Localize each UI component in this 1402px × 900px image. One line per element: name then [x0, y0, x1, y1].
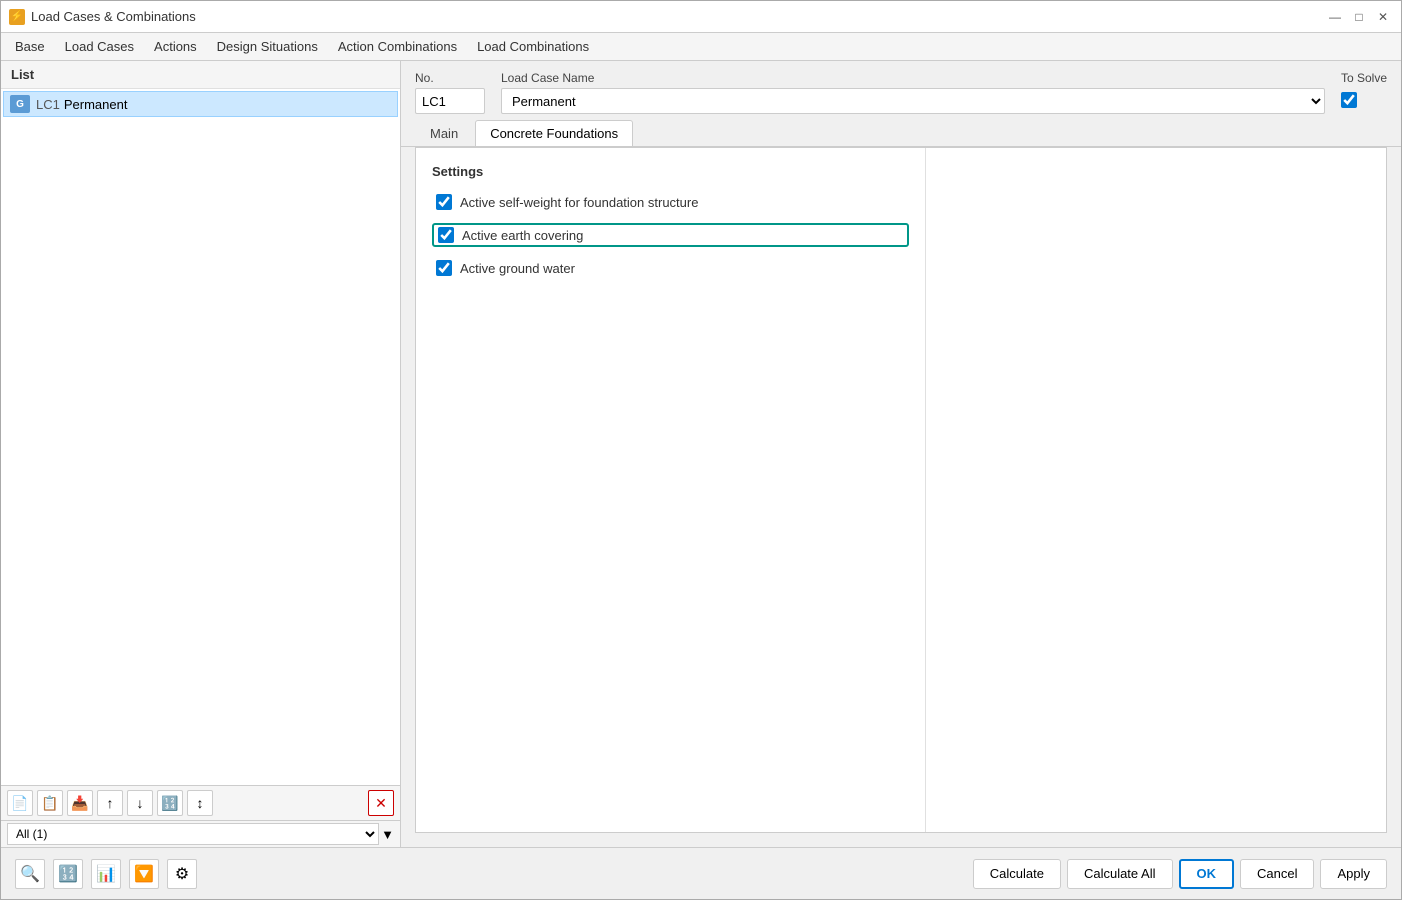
move-down-button[interactable]: ↓: [127, 790, 153, 816]
menu-item-design-situations[interactable]: Design Situations: [207, 35, 328, 58]
list-area: G LC1 Permanent: [1, 89, 400, 785]
self-weight-checkbox[interactable]: [436, 194, 452, 210]
right-panel: No. Load Case Name Permanent To Solve Ma…: [401, 61, 1401, 847]
move-up-button[interactable]: ↑: [97, 790, 123, 816]
left-panel-toolbar: 📄 📋 📥 ↑ ↓ 🔢 ↕ ✕: [1, 785, 400, 820]
calculate-all-button[interactable]: Calculate All: [1067, 859, 1173, 889]
maximize-button[interactable]: □: [1349, 7, 1369, 27]
list-item-label: Permanent: [64, 97, 128, 112]
search-icon-btn[interactable]: 🔍: [15, 859, 45, 889]
main-window: ⚡ Load Cases & Combinations — □ ✕ Base L…: [0, 0, 1402, 900]
no-field-group: No.: [415, 71, 485, 114]
add-button[interactable]: 📄: [7, 790, 33, 816]
filter-dropdown: All (1) ▼: [1, 820, 400, 847]
calculate-button[interactable]: Calculate: [973, 859, 1061, 889]
cancel-button[interactable]: Cancel: [1240, 859, 1314, 889]
left-panel: List G LC1 Permanent 📄 📋 📥 ↑ ↓ 🔢 ↕ ✕: [1, 61, 401, 847]
sort-button[interactable]: ↕: [187, 790, 213, 816]
list-header: List: [1, 61, 400, 89]
checkbox-row-earth-covering: Active earth covering: [432, 223, 909, 247]
import-button[interactable]: 📥: [67, 790, 93, 816]
tab-concrete-foundations[interactable]: Concrete Foundations: [475, 120, 633, 146]
menu-item-actions[interactable]: Actions: [144, 35, 207, 58]
menu-item-action-combinations[interactable]: Action Combinations: [328, 35, 467, 58]
checkbox-row-ground-water: Active ground water: [432, 257, 909, 279]
to-solve-label: To Solve: [1341, 71, 1387, 85]
bottom-left-icons: 🔍 🔢 📊 🔽 ⚙: [15, 859, 197, 889]
ok-button[interactable]: OK: [1179, 859, 1235, 889]
tab-main-section: Settings Active self-weight for foundati…: [416, 148, 926, 832]
title-bar: ⚡ Load Cases & Combinations — □ ✕: [1, 1, 1401, 33]
bottom-right-buttons: Calculate Calculate All OK Cancel Apply: [973, 859, 1387, 889]
renumber-button[interactable]: 🔢: [157, 790, 183, 816]
self-weight-label: Active self-weight for foundation struct…: [460, 195, 698, 210]
earth-covering-checkbox[interactable]: [438, 227, 454, 243]
tab-content: Settings Active self-weight for foundati…: [415, 147, 1387, 833]
no-input[interactable]: [415, 88, 485, 114]
window-controls: — □ ✕: [1325, 7, 1393, 27]
menu-item-base[interactable]: Base: [5, 35, 55, 58]
minimize-button[interactable]: —: [1325, 7, 1345, 27]
tabs-bar: Main Concrete Foundations: [401, 120, 1401, 147]
chart-icon-btn[interactable]: 📊: [91, 859, 121, 889]
right-top-fields: No. Load Case Name Permanent To Solve: [401, 61, 1401, 120]
earth-covering-label: Active earth covering: [462, 228, 583, 243]
filter-chevron-icon: ▼: [381, 827, 394, 842]
filter-select[interactable]: All (1): [7, 823, 379, 845]
list-item[interactable]: G LC1 Permanent: [3, 91, 398, 117]
to-solve-group: To Solve: [1341, 71, 1387, 108]
calculator-icon-btn[interactable]: 🔢: [53, 859, 83, 889]
menu-item-load-combinations[interactable]: Load Combinations: [467, 35, 599, 58]
title-bar-left: ⚡ Load Cases & Combinations: [9, 9, 196, 25]
menu-item-load-cases[interactable]: Load Cases: [55, 35, 144, 58]
menu-bar: Base Load Cases Actions Design Situation…: [1, 33, 1401, 61]
settings-heading: Settings: [432, 164, 909, 179]
load-case-name-select[interactable]: Permanent: [501, 88, 1325, 114]
delete-button[interactable]: ✕: [368, 790, 394, 816]
bottom-bar: 🔍 🔢 📊 🔽 ⚙ Calculate Calculate All OK Can…: [1, 847, 1401, 899]
copy-button[interactable]: 📋: [37, 790, 63, 816]
ground-water-checkbox[interactable]: [436, 260, 452, 276]
tab-side-section: [926, 148, 1386, 832]
checkbox-row-self-weight: Active self-weight for foundation struct…: [432, 191, 909, 213]
close-button[interactable]: ✕: [1373, 7, 1393, 27]
app-icon: ⚡: [9, 9, 25, 25]
apply-button[interactable]: Apply: [1320, 859, 1387, 889]
settings-icon-btn[interactable]: ⚙: [167, 859, 197, 889]
list-item-badge: G: [10, 95, 30, 113]
filter-icon-btn[interactable]: 🔽: [129, 859, 159, 889]
load-case-name-label: Load Case Name: [501, 71, 1325, 85]
to-solve-checkbox[interactable]: [1341, 92, 1357, 108]
window-title: Load Cases & Combinations: [31, 9, 196, 24]
content-area: List G LC1 Permanent 📄 📋 📥 ↑ ↓ 🔢 ↕ ✕: [1, 61, 1401, 847]
tab-main[interactable]: Main: [415, 120, 473, 146]
load-case-name-group: Load Case Name Permanent: [501, 71, 1325, 114]
list-item-number: LC1: [36, 97, 60, 112]
ground-water-label: Active ground water: [460, 261, 575, 276]
no-label: No.: [415, 71, 485, 85]
